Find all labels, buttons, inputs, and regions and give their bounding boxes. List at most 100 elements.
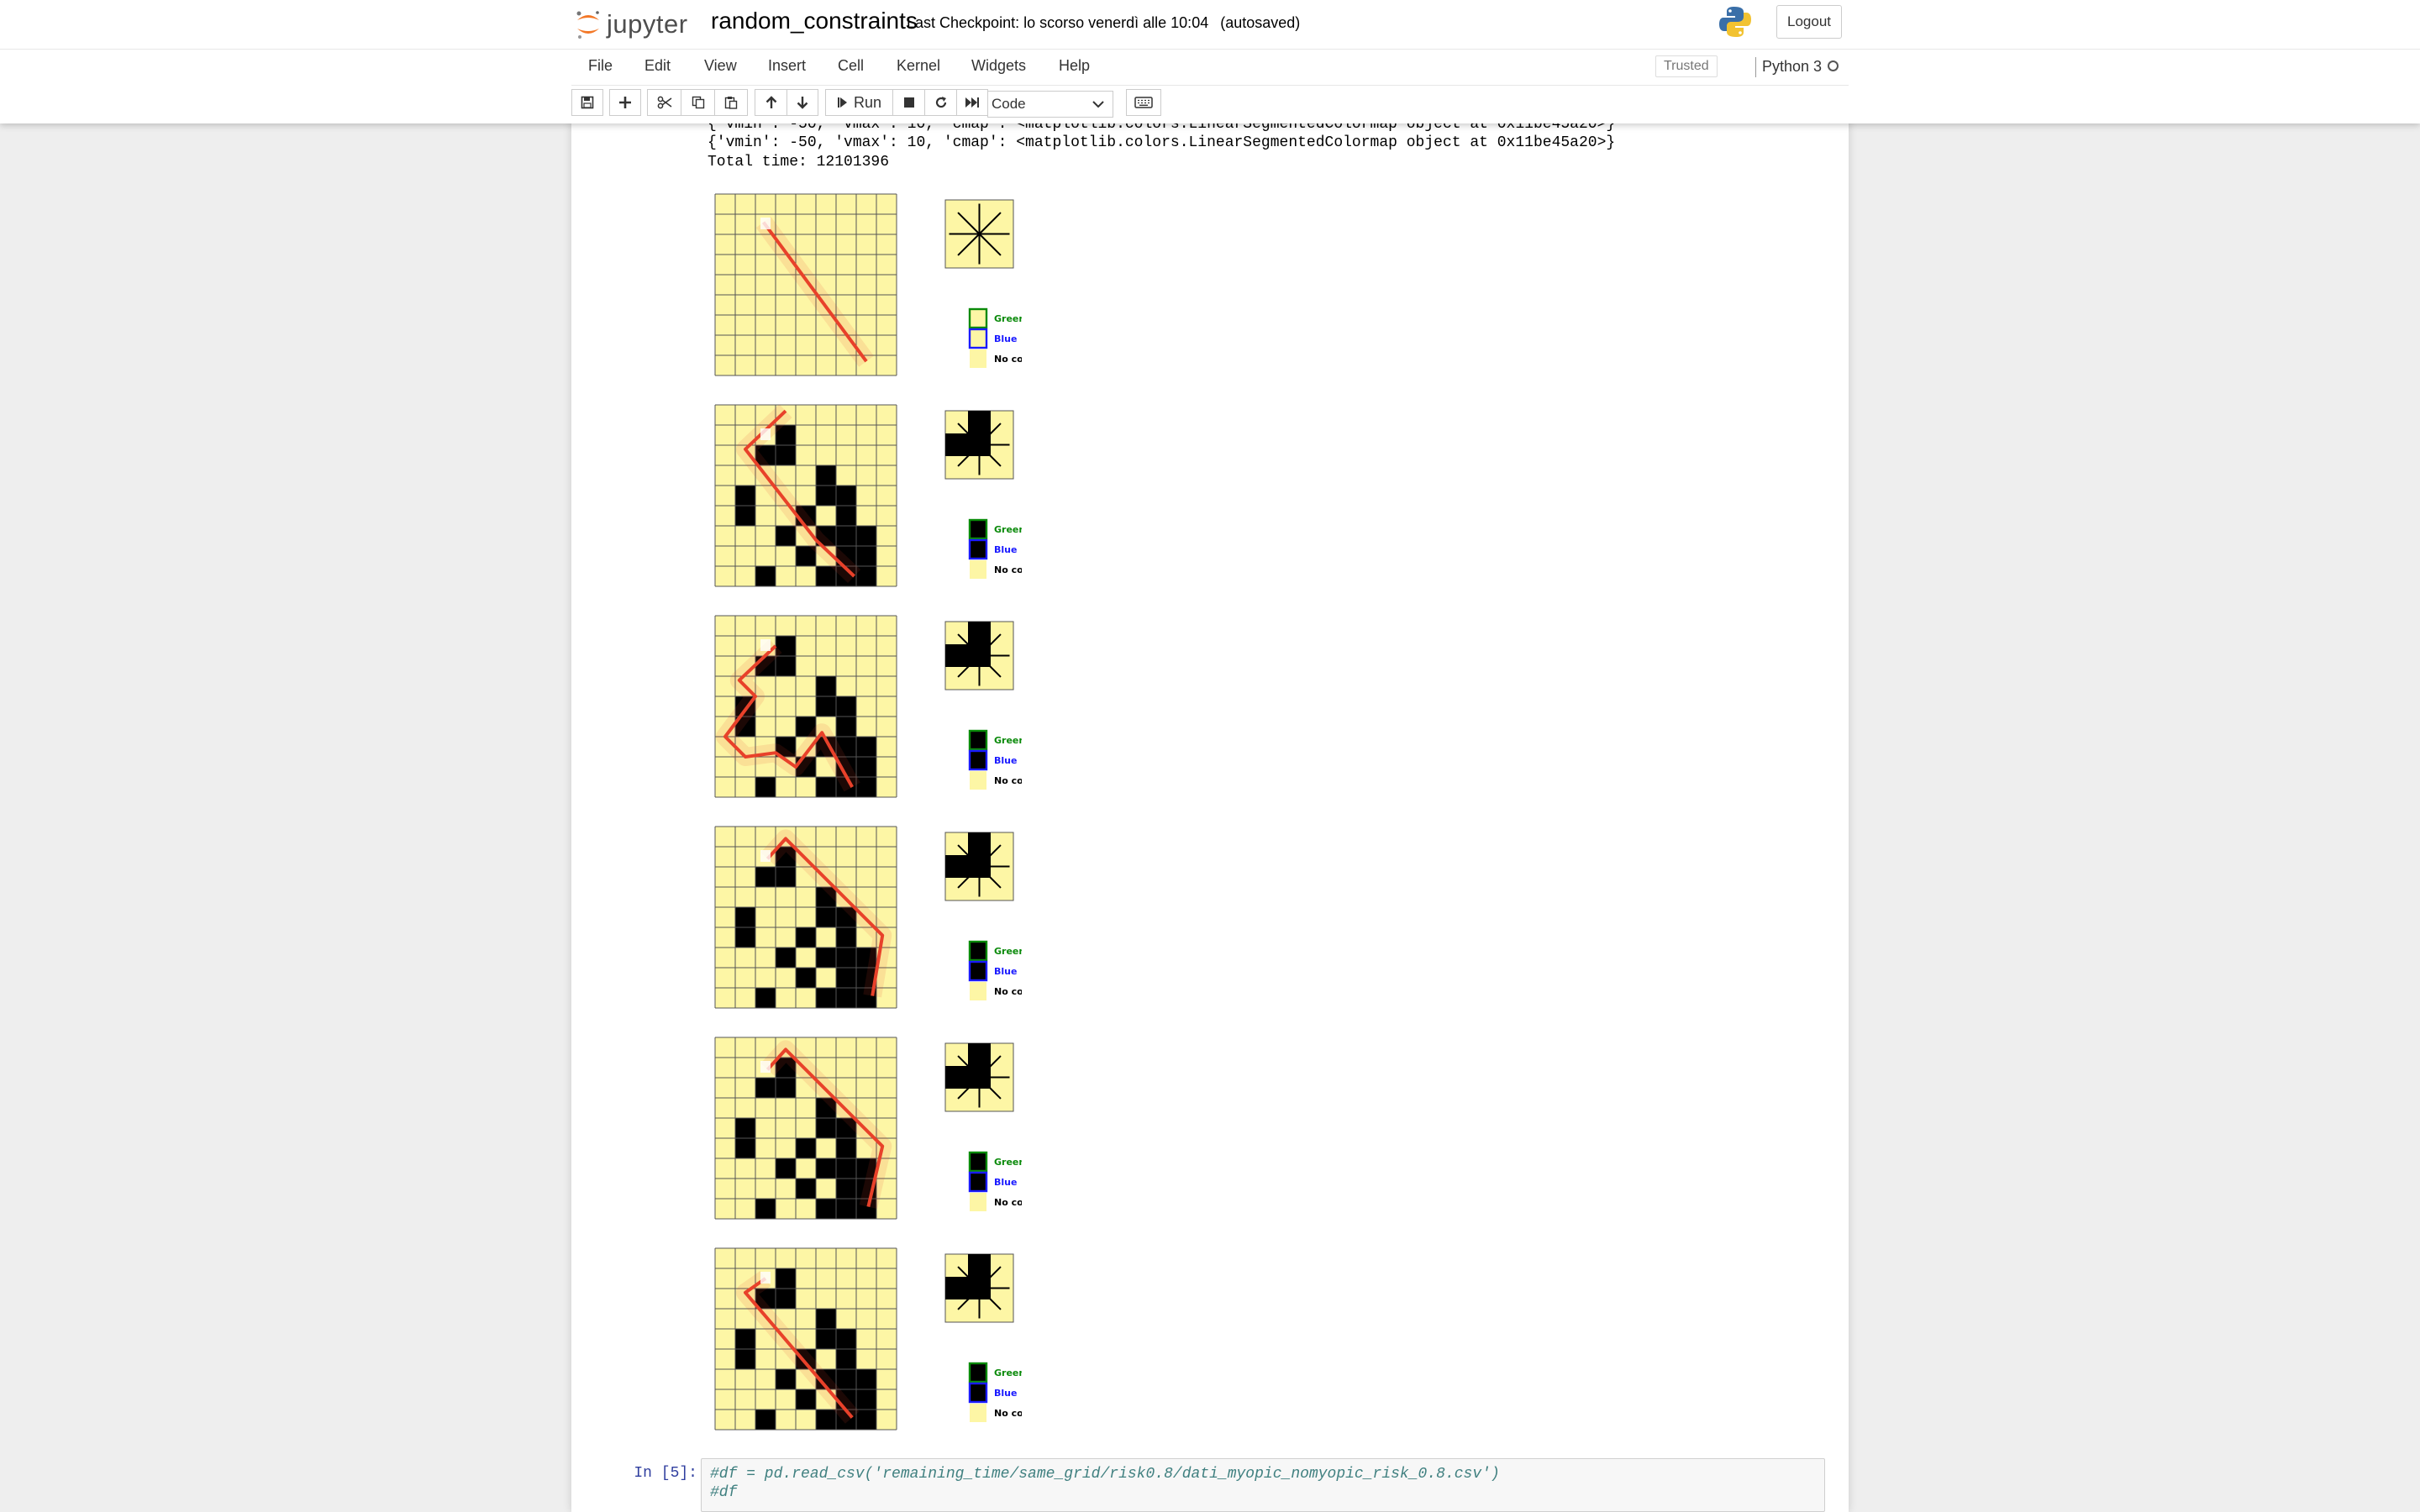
action-compass <box>944 621 1014 690</box>
obstacle-cell <box>776 526 796 546</box>
action-compass <box>944 832 1014 901</box>
insert-cell-button[interactable] <box>609 89 641 116</box>
move-down-button[interactable] <box>786 89 818 116</box>
menu-help[interactable]: Help <box>1059 57 1090 75</box>
obstacle-cell <box>776 1158 796 1179</box>
interrupt-button[interactable] <box>892 89 924 116</box>
logout-button[interactable]: Logout <box>1776 5 1842 39</box>
legend-swatch <box>968 729 988 751</box>
legend-swatch <box>968 1382 988 1404</box>
obstacle-cell <box>836 927 856 948</box>
obstacle-cell <box>796 968 816 988</box>
kernel-name[interactable]: Python 3 <box>1762 58 1822 76</box>
move-up-button[interactable] <box>755 89 786 116</box>
menu-file[interactable]: File <box>588 57 613 75</box>
restart-run-all-button[interactable] <box>956 89 988 116</box>
obstacle-cell <box>856 546 876 566</box>
checkpoint-status: Last Checkpoint: lo scorso venerdì alle … <box>907 14 1300 32</box>
legend-label: Green <box>994 735 1022 746</box>
obstacle-cell <box>776 1078 796 1098</box>
obstacle-cell <box>816 1309 836 1329</box>
legend-swatch <box>968 940 988 962</box>
obstacle-cell <box>836 1138 856 1158</box>
action-compass <box>944 1042 1014 1112</box>
menu-widgets[interactable]: Widgets <box>971 57 1026 75</box>
restart-icon <box>935 97 946 108</box>
legend-label: No color <box>994 986 1022 997</box>
obstacle-cell <box>856 1369 876 1389</box>
obstacle-cell <box>816 1158 836 1179</box>
main-grid <box>714 826 897 1009</box>
obstacle-cell <box>735 927 755 948</box>
menu-view[interactable]: View <box>704 57 737 75</box>
paste-icon <box>724 97 738 109</box>
legend-label: Blue <box>994 1388 1017 1399</box>
menu-cell[interactable]: Cell <box>838 57 864 75</box>
chevron-down-icon <box>1092 101 1104 108</box>
obstacle-cell <box>755 867 776 887</box>
trusted-indicator[interactable]: Trusted <box>1655 55 1718 77</box>
notebook-title[interactable]: random_constraints <box>711 8 918 34</box>
run-button[interactable]: Run <box>825 89 892 116</box>
jupyter-logo[interactable]: jupyter <box>575 5 688 44</box>
action-compass <box>944 199 1014 269</box>
arrow-down-icon <box>797 97 808 109</box>
obstacle-cell <box>816 1329 836 1349</box>
obstacle-cell <box>755 1078 776 1098</box>
legend-swatch <box>968 1362 988 1383</box>
obstacle-cell <box>776 1268 796 1289</box>
legend-label: Blue <box>994 755 1017 766</box>
obstacle-cell <box>816 988 836 1008</box>
legend: Green Blue No color <box>968 729 1022 790</box>
legend-label: Green <box>994 946 1022 957</box>
copy-icon <box>692 96 704 109</box>
stop-icon <box>903 97 914 108</box>
save-button[interactable] <box>571 89 603 116</box>
menu-edit[interactable]: Edit <box>644 57 671 75</box>
notebook-header: jupyter random_constraints Last Checkpoi… <box>0 0 2420 123</box>
restart-button[interactable] <box>924 89 956 116</box>
obstacle-cell <box>816 696 836 717</box>
output-figure: Green Blue No color <box>714 615 1022 798</box>
obstacle-cell <box>856 526 876 546</box>
legend-swatch <box>968 1151 988 1173</box>
action-compass <box>944 1253 1014 1323</box>
obstacle-cell <box>735 1138 755 1158</box>
menu-kernel[interactable]: Kernel <box>897 57 940 75</box>
obstacle-cell <box>735 1349 755 1369</box>
paste-button[interactable] <box>714 89 748 116</box>
save-icon <box>581 96 594 109</box>
fast-forward-icon <box>965 97 979 108</box>
legend-swatch <box>968 538 988 560</box>
python-logo-icon <box>1718 4 1753 44</box>
obstacle-cell <box>836 696 856 717</box>
obstacle-cell <box>776 656 796 676</box>
obstacle-cell <box>836 1179 856 1199</box>
legend-swatch <box>970 1193 986 1211</box>
obstacle-cell <box>816 777 836 797</box>
obstacle-cell <box>836 948 856 968</box>
legend-swatch <box>970 771 986 790</box>
obstacle-cell <box>776 948 796 968</box>
obstacle-cell <box>776 1289 796 1309</box>
output-figure: Green Blue No color <box>714 404 1022 587</box>
plus-icon <box>619 97 631 108</box>
cell-type-select[interactable]: Code <box>987 91 1113 118</box>
main-grid <box>714 404 897 587</box>
command-palette-button[interactable] <box>1126 89 1161 116</box>
main-grid <box>714 615 897 798</box>
cut-button[interactable] <box>647 89 681 116</box>
run-label: Run <box>853 93 882 111</box>
legend: Green Blue No color <box>968 940 1022 1000</box>
jupyter-logo-icon <box>576 11 599 39</box>
obstacle-cell <box>776 445 796 465</box>
legend-label: No color <box>994 1408 1022 1419</box>
start-marker <box>760 218 771 229</box>
obstacle-cell <box>856 777 876 797</box>
obstacle-cell <box>816 1410 836 1430</box>
scissors-icon <box>657 96 671 109</box>
code-input-area[interactable]: #df = pd.read_csv('remaining_time/same_g… <box>701 1458 1825 1512</box>
menu-insert[interactable]: Insert <box>768 57 806 75</box>
legend-swatch <box>970 560 986 579</box>
copy-button[interactable] <box>681 89 714 116</box>
